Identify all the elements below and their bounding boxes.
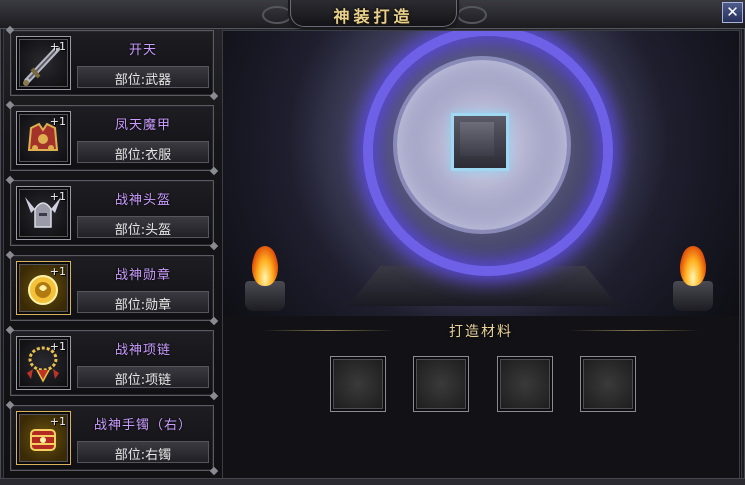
flame-icon (680, 246, 706, 286)
enhance-level: +1 (49, 340, 66, 353)
material-slot-4[interactable] (580, 356, 636, 412)
title-plate: 神装打造 (290, 0, 457, 27)
equipment-icon-slot: +1 (16, 111, 71, 165)
equipment-item[interactable]: +1 战神手镯（右） 部位:右镯 (10, 405, 214, 471)
slot-label-box: 部位:武器 (77, 66, 209, 88)
title-ornament-left (262, 6, 292, 24)
slot-label-box: 部位:右镯 (77, 441, 209, 463)
equipment-name: 战神勋章 (114, 268, 171, 283)
equipment-name: 战神项链 (114, 343, 171, 358)
slot-label-box: 部位:勋章 (77, 291, 209, 313)
materials-label: 打造材料 (449, 324, 513, 340)
equipment-slot: 部位:武器 (114, 73, 172, 88)
close-button[interactable]: ✕ (722, 2, 743, 23)
equipment-list: +1 开天 部位:武器 +1 凤天魔甲 部位:衣服 +1 战神头盔 部位:头盔 … (10, 30, 214, 480)
forge-portal-scene (223, 31, 739, 316)
forge-result-slot-inner (460, 122, 494, 156)
title-ornament-right (457, 6, 487, 24)
equipment-icon-slot: +1 (16, 261, 71, 315)
slot-label-box: 部位:头盔 (77, 216, 209, 238)
equipment-slot: 部位:项链 (114, 373, 172, 388)
window-title: 神装打造 (333, 7, 414, 26)
equipment-icon-slot: +1 (16, 411, 71, 465)
forge-panel: 打造材料 (222, 30, 740, 480)
equipment-icon-slot: +1 (16, 336, 71, 390)
equipment-item[interactable]: +1 凤天魔甲 部位:衣服 (10, 105, 214, 171)
equipment-name: 开天 (128, 43, 157, 58)
material-slot-2[interactable] (413, 356, 469, 412)
equipment-icon-slot: +1 (16, 186, 71, 240)
equipment-item[interactable]: +1 战神项链 部位:项链 (10, 330, 214, 396)
equipment-slot: 部位:头盔 (114, 223, 172, 238)
equipment-slot: 部位:右镯 (114, 448, 172, 463)
equipment-name: 战神手镯（右） (93, 418, 192, 433)
slot-label-box: 部位:衣服 (77, 141, 209, 163)
forge-result-slot[interactable] (451, 113, 509, 171)
enhance-level: +1 (49, 265, 66, 278)
equipment-name: 凤天魔甲 (114, 118, 171, 133)
enhance-level: +1 (49, 415, 66, 428)
equipment-slot: 部位:衣服 (114, 148, 172, 163)
enhance-level: +1 (49, 40, 66, 53)
equipment-item[interactable]: +1 战神头盔 部位:头盔 (10, 180, 214, 246)
title-bar: 神装打造 ✕ (0, 0, 745, 29)
equipment-slot: 部位:勋章 (114, 298, 172, 313)
equipment-item[interactable]: +1 战神勋章 部位:勋章 (10, 255, 214, 321)
slot-label-box: 部位:项链 (77, 366, 209, 388)
equipment-name: 战神头盔 (114, 193, 171, 208)
flame-icon (252, 246, 278, 286)
enhance-level: +1 (49, 115, 66, 128)
equipment-icon-slot: +1 (16, 36, 71, 90)
material-slot-1[interactable] (330, 356, 386, 412)
enhance-level: +1 (49, 190, 66, 203)
equipment-item[interactable]: +1 开天 部位:武器 (10, 30, 214, 96)
material-slot-3[interactable] (497, 356, 553, 412)
materials-header: 打造材料 (223, 319, 739, 341)
